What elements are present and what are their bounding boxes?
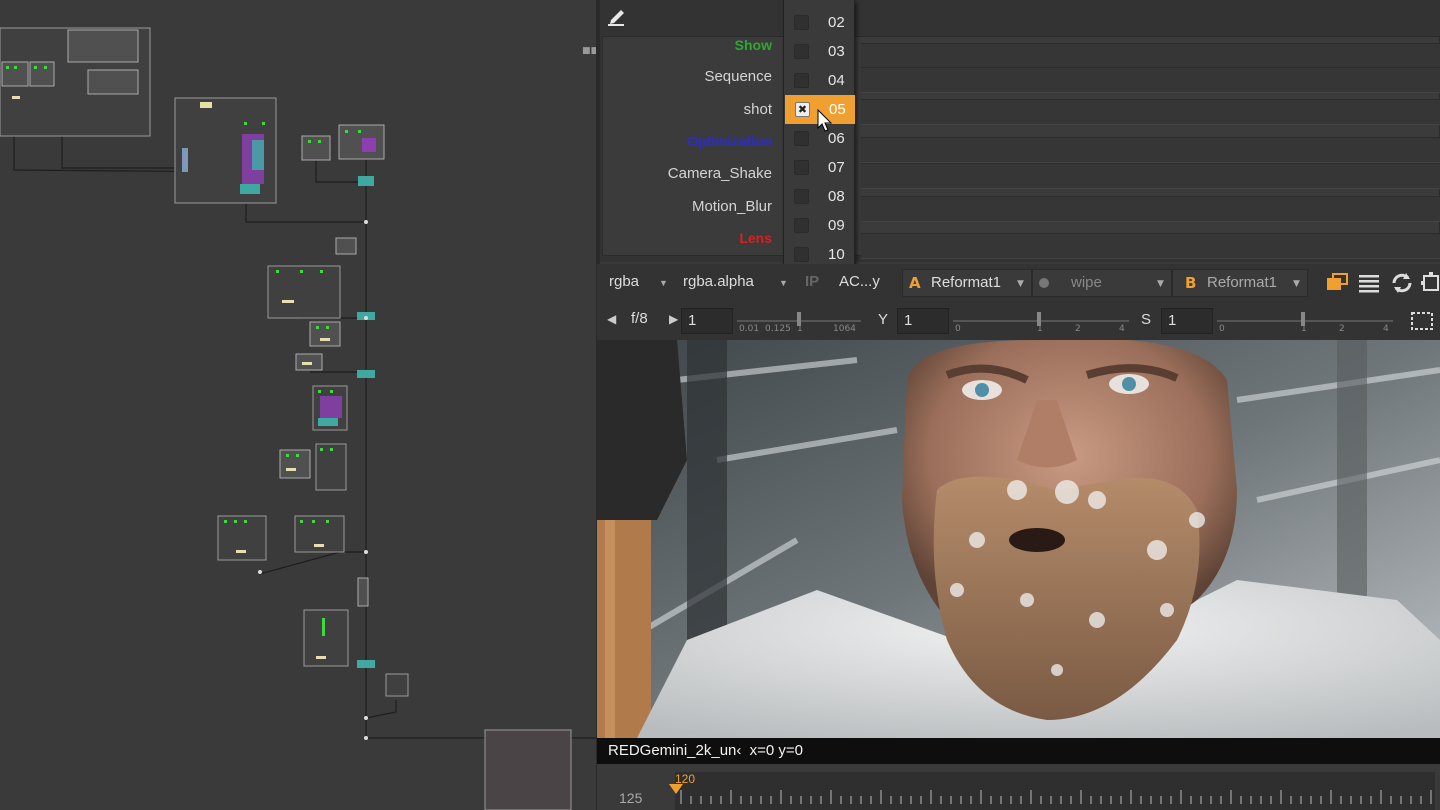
shot-field[interactable] bbox=[861, 99, 1440, 125]
timeline-ruler[interactable] bbox=[675, 772, 1435, 810]
saturation-input[interactable]: 1 bbox=[1161, 308, 1213, 334]
motion-blur-field[interactable] bbox=[861, 196, 1440, 222]
current-frame-field[interactable]: 125 bbox=[619, 790, 642, 806]
shot-option-07[interactable]: 07 bbox=[784, 153, 854, 182]
optimization-divider bbox=[861, 137, 1440, 163]
shot-label: shot bbox=[743, 101, 772, 118]
colorspace-dropdown[interactable]: AC...y bbox=[839, 268, 895, 296]
checkbox[interactable] bbox=[794, 218, 809, 233]
pixel-coordinates: x=0 y=0 bbox=[749, 742, 803, 759]
saturation-slider[interactable]: 0 1 2 4 bbox=[1217, 310, 1393, 334]
saturation-label: S bbox=[1141, 311, 1152, 328]
checkbox[interactable] bbox=[794, 73, 809, 88]
node-graph-canvas[interactable] bbox=[0, 0, 596, 810]
checkbox[interactable] bbox=[794, 160, 809, 175]
chevron-down-icon: ▼ bbox=[1157, 279, 1164, 289]
playhead-icon[interactable] bbox=[669, 784, 683, 796]
chevron-left-icon[interactable]: ◀ bbox=[607, 312, 616, 326]
viewer-overlay-icon[interactable] bbox=[1325, 272, 1349, 294]
timeline: 125 120 bbox=[597, 764, 1440, 810]
checkbox[interactable] bbox=[794, 15, 809, 30]
wipe-dropdown[interactable]: wipe ▼ bbox=[1032, 269, 1172, 297]
panel-grip-icon[interactable]: ■■ bbox=[582, 46, 596, 56]
camera-shake-label: Camera_Shake bbox=[667, 165, 772, 182]
checkbox[interactable] bbox=[794, 44, 809, 59]
gain-slider[interactable]: 0.01 0.125 1 1064 bbox=[737, 310, 861, 334]
shot-option-09[interactable]: 09 bbox=[784, 211, 854, 240]
checkbox[interactable] bbox=[794, 131, 809, 146]
input-a-dropdown[interactable]: A Reformat1 ▼ bbox=[902, 269, 1032, 297]
input-b-dropdown[interactable]: B Reformat1 ▼ bbox=[1172, 269, 1308, 297]
backdrop-node bbox=[267, 265, 341, 319]
viewer-toolbar: rgba ▼ rgba.alpha ▼ IP AC...y A Reformat… bbox=[597, 264, 1440, 302]
checkbox-checked-icon[interactable]: ✖ bbox=[795, 102, 810, 117]
motion-blur-label: Motion_Blur bbox=[691, 198, 772, 215]
shot-option-03[interactable]: 03 bbox=[784, 37, 854, 66]
section-show-label: Show bbox=[734, 37, 772, 53]
gain-input[interactable]: 1 bbox=[681, 308, 733, 334]
node-properties: Show Sequence shot Optimization Camera_S… bbox=[602, 36, 1440, 259]
mouse-cursor-icon bbox=[817, 108, 833, 132]
section-lens-label: Lens bbox=[739, 230, 772, 246]
shot-option-04[interactable]: 04 bbox=[784, 66, 854, 95]
viewer-frame[interactable] bbox=[597, 340, 1440, 738]
timeline-ticks bbox=[680, 790, 1432, 804]
wipe-dot-icon bbox=[1039, 278, 1049, 288]
backdrop-node bbox=[385, 673, 409, 697]
camera-shake-field[interactable] bbox=[861, 163, 1440, 189]
backdrop-node bbox=[484, 729, 572, 810]
gamma-label: Y bbox=[878, 311, 889, 328]
chevron-down-icon: ▼ bbox=[659, 278, 668, 288]
shot-option-08[interactable]: 08 bbox=[784, 182, 854, 211]
clip-name: REDGemini_2k_un‹ bbox=[608, 742, 742, 759]
properties-toolbar bbox=[600, 0, 1440, 34]
shot-option-02[interactable]: 02 bbox=[784, 8, 854, 37]
pencil-edit-icon[interactable] bbox=[604, 2, 630, 28]
ip-button[interactable]: IP bbox=[805, 268, 819, 296]
section-optimization-label: Optimization bbox=[687, 133, 772, 149]
sequence-field[interactable] bbox=[861, 67, 1440, 93]
chevron-right-icon[interactable]: ▶ bbox=[669, 312, 678, 326]
shot-dropdown-list[interactable]: 02 03 04 ✖ 05 06 07 08 09 10 bbox=[783, 0, 855, 268]
settings-gear-icon[interactable] bbox=[1421, 272, 1440, 294]
roi-selection-icon[interactable] bbox=[1409, 310, 1435, 332]
viewer-controls: ◀ f/8 ▶ 1 0.01 0.125 1 1064 Y 1 0 1 2 4 … bbox=[597, 302, 1440, 340]
chevron-down-icon: ▼ bbox=[779, 278, 788, 288]
chevron-down-icon: ▼ bbox=[1293, 279, 1300, 289]
sequence-label: Sequence bbox=[704, 68, 772, 85]
list-lines-icon[interactable] bbox=[1357, 272, 1381, 294]
refresh-sync-icon[interactable] bbox=[1389, 270, 1415, 296]
gamma-slider[interactable]: 0 1 2 4 bbox=[953, 310, 1129, 334]
chevron-down-icon: ▼ bbox=[1017, 279, 1024, 289]
lens-divider bbox=[861, 233, 1440, 259]
checkbox[interactable] bbox=[794, 247, 809, 262]
properties-panel: Show Sequence shot Optimization Camera_S… bbox=[600, 0, 1440, 262]
node-graph[interactable]: ■■ bbox=[0, 0, 596, 810]
alpha-channel-dropdown[interactable]: rgba.alpha ▼ bbox=[683, 268, 789, 296]
fstop-label[interactable]: f/8 bbox=[631, 310, 648, 327]
show-divider bbox=[861, 43, 1440, 69]
viewer-info-bar: REDGemini_2k_un‹ x=0 y=0 bbox=[597, 738, 1440, 764]
channels-dropdown[interactable]: rgba ▼ bbox=[609, 268, 669, 296]
gamma-input[interactable]: 1 bbox=[897, 308, 949, 334]
checkbox[interactable] bbox=[794, 189, 809, 204]
viewer-image-portrait bbox=[597, 340, 1440, 738]
